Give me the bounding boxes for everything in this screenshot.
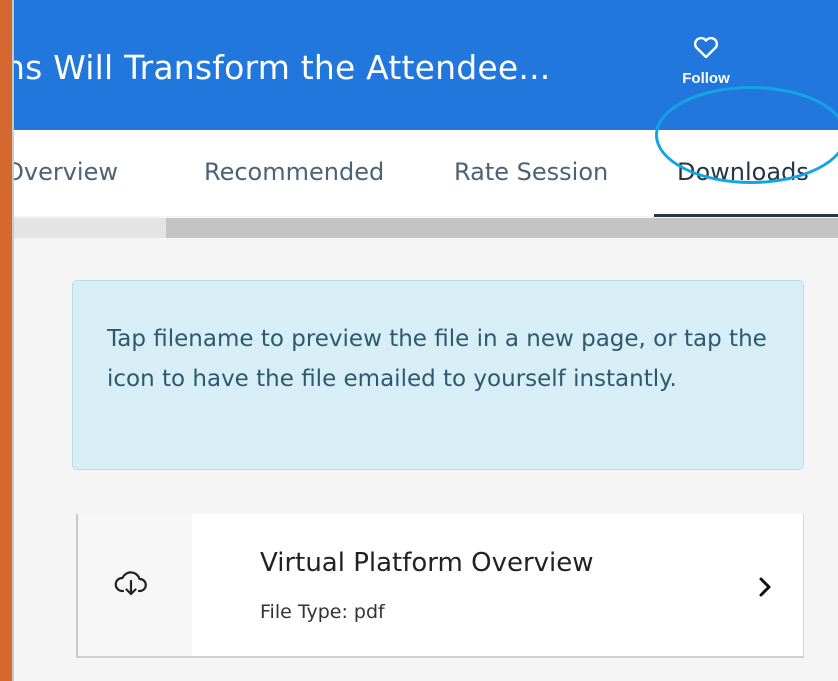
tab-rate-session[interactable]: Rate Session	[454, 158, 608, 186]
tab-scrollbar[interactable]	[14, 218, 838, 238]
tab-overview[interactable]: Overview	[14, 158, 118, 186]
cloud-download-icon	[114, 571, 147, 596]
active-tab-indicator	[654, 214, 838, 217]
info-message: Tap filename to preview the file in a ne…	[107, 326, 767, 392]
chevron-right-icon	[759, 577, 771, 597]
follow-label: Follow	[682, 70, 730, 87]
app-frame: ns Will Transform the Attendee... Follow…	[12, 0, 838, 681]
session-title: ns Will Transform the Attendee...	[12, 48, 551, 87]
email-file-button[interactable]	[76, 514, 192, 656]
file-type-label: File Type: pdf	[260, 601, 385, 623]
downloads-highlight-circle	[655, 86, 838, 184]
tab-scrollbar-thumb[interactable]	[166, 218, 838, 238]
info-notice: Tap filename to preview the file in a ne…	[72, 280, 804, 470]
tab-recommended[interactable]: Recommended	[204, 158, 384, 186]
file-list-item[interactable]: Virtual Platform Overview File Type: pdf	[76, 514, 804, 658]
file-name-link[interactable]: Virtual Platform Overview	[260, 548, 594, 578]
heart-icon	[693, 36, 719, 59]
